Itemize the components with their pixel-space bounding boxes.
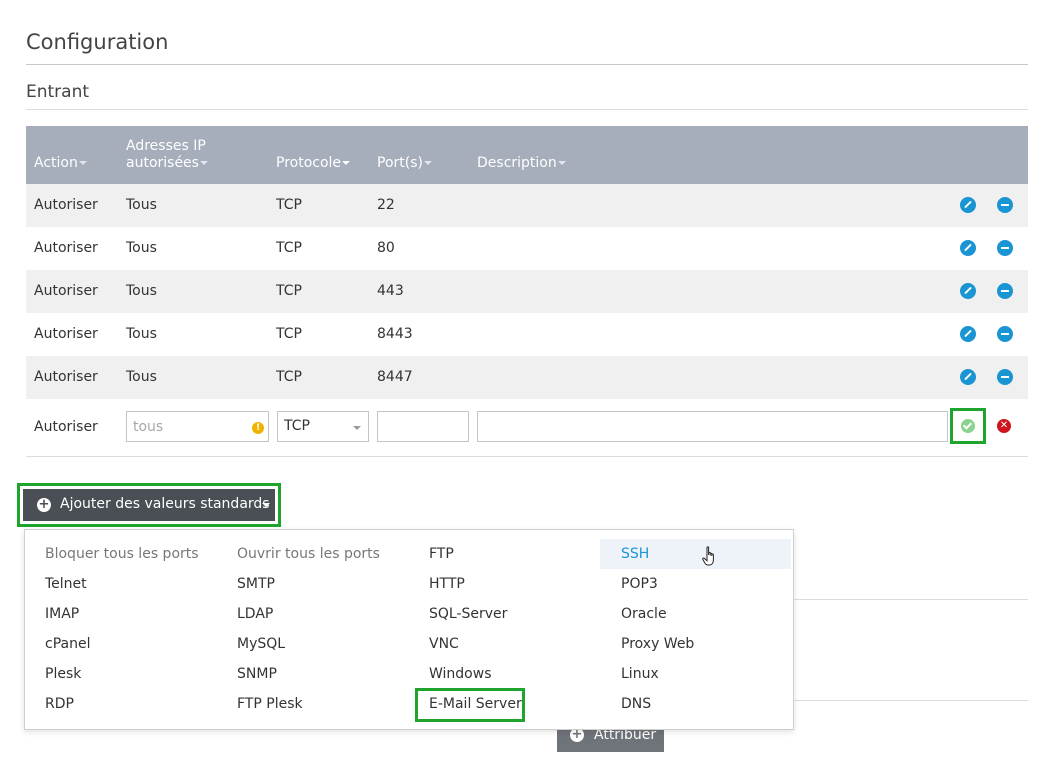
sort-caret-icon bbox=[342, 161, 351, 165]
header-ip[interactable]: Adresses IP autorisées bbox=[126, 138, 208, 172]
standard-values-menu: Bloquer tous les ports Ouvrir tous les p… bbox=[24, 529, 794, 730]
menu-item-vnc[interactable]: VNC bbox=[429, 636, 459, 652]
table-row: Autoriser Tous TCP 22 bbox=[26, 184, 1028, 227]
cell-ip: Tous bbox=[126, 369, 157, 385]
rules-table: Action Adresses IP autorisées Protocole P… bbox=[26, 126, 1028, 457]
edit-icon[interactable] bbox=[960, 197, 976, 213]
cell-protocol: TCP bbox=[276, 369, 302, 385]
cell-ip: Tous bbox=[126, 326, 157, 342]
table-row: Autoriser Tous TCP 8443 bbox=[26, 313, 1028, 356]
edit-icon[interactable] bbox=[960, 283, 976, 299]
cancel-icon[interactable]: ✕ bbox=[997, 419, 1011, 433]
cell-protocol: TCP bbox=[276, 197, 302, 213]
cell-ip: Tous bbox=[126, 283, 157, 299]
sort-caret-icon bbox=[199, 161, 208, 165]
check-icon bbox=[961, 419, 975, 433]
section-title: Entrant bbox=[26, 82, 90, 102]
hand-pointer-icon bbox=[702, 546, 714, 566]
header-action[interactable]: Action bbox=[34, 155, 87, 172]
cell-ip: Tous bbox=[126, 197, 157, 213]
menu-item-http[interactable]: HTTP bbox=[429, 576, 465, 592]
cell-action: Autoriser bbox=[34, 283, 98, 299]
remove-icon[interactable] bbox=[997, 283, 1013, 299]
background-divider bbox=[780, 599, 1028, 600]
menu-item-linux[interactable]: Linux bbox=[621, 666, 659, 682]
remove-icon[interactable] bbox=[997, 326, 1013, 342]
email-server-highlight bbox=[415, 688, 525, 722]
cell-port: 8443 bbox=[377, 326, 413, 342]
confirm-button[interactable] bbox=[950, 408, 986, 444]
remove-icon[interactable] bbox=[997, 369, 1013, 385]
menu-item-plesk[interactable]: Plesk bbox=[45, 666, 81, 682]
description-input[interactable] bbox=[477, 411, 948, 442]
cell-port: 80 bbox=[377, 240, 395, 256]
header-description[interactable]: Description bbox=[477, 155, 566, 172]
sort-caret-icon bbox=[423, 161, 432, 165]
new-rule-action: Autoriser bbox=[34, 419, 98, 435]
cell-action: Autoriser bbox=[34, 326, 98, 342]
remove-icon[interactable] bbox=[997, 240, 1013, 256]
menu-item-pop3[interactable]: POP3 bbox=[621, 576, 658, 592]
menu-item-block-all[interactable]: Bloquer tous les ports bbox=[45, 546, 199, 562]
ip-address-input[interactable] bbox=[126, 411, 269, 442]
menu-item-imap[interactable]: IMAP bbox=[45, 606, 79, 622]
menu-item-snmp[interactable]: SNMP bbox=[237, 666, 277, 682]
menu-item-telnet[interactable]: Telnet bbox=[45, 576, 87, 592]
menu-item-open-all[interactable]: Ouvrir tous les ports bbox=[237, 546, 380, 562]
table-header: Action Adresses IP autorisées Protocole P… bbox=[26, 126, 1028, 184]
menu-item-ftp-plesk[interactable]: FTP Plesk bbox=[237, 696, 303, 712]
cell-action: Autoriser bbox=[34, 240, 98, 256]
add-standard-values-label: Ajouter des valeurs standards bbox=[60, 496, 270, 512]
cell-port: 8447 bbox=[377, 369, 413, 385]
sort-caret-icon bbox=[557, 161, 566, 165]
section-divider bbox=[26, 109, 1028, 110]
cell-action: Autoriser bbox=[34, 369, 98, 385]
cell-port: 443 bbox=[377, 283, 404, 299]
menu-item-proxy-web[interactable]: Proxy Web bbox=[621, 636, 694, 652]
table-row: Autoriser Tous TCP 8447 bbox=[26, 356, 1028, 399]
caret-down-icon bbox=[262, 503, 270, 507]
cell-action: Autoriser bbox=[34, 197, 98, 213]
menu-item-cpanel[interactable]: cPanel bbox=[45, 636, 90, 652]
cell-protocol: TCP bbox=[276, 283, 302, 299]
menu-item-smtp[interactable]: SMTP bbox=[237, 576, 275, 592]
add-standard-values-button[interactable]: + Ajouter des valeurs standards bbox=[23, 489, 275, 521]
background-divider bbox=[780, 700, 1028, 701]
plus-circle-icon: + bbox=[570, 727, 584, 742]
menu-item-sql-server[interactable]: SQL-Server bbox=[429, 606, 507, 622]
menu-item-dns[interactable]: DNS bbox=[621, 696, 651, 712]
menu-item-rdp[interactable]: RDP bbox=[45, 696, 74, 712]
menu-item-windows[interactable]: Windows bbox=[429, 666, 492, 682]
new-rule-row: Autoriser ! TCP ✕ bbox=[26, 399, 1028, 457]
cell-protocol: TCP bbox=[276, 240, 302, 256]
chevron-down-icon bbox=[353, 426, 361, 430]
header-ports[interactable]: Port(s) bbox=[377, 155, 432, 172]
menu-item-ftp[interactable]: FTP bbox=[429, 546, 454, 562]
header-protocol[interactable]: Protocole bbox=[276, 155, 351, 172]
sort-caret-icon bbox=[78, 161, 87, 165]
menu-item-mysql[interactable]: MySQL bbox=[237, 636, 285, 652]
page-title: Configuration bbox=[26, 30, 169, 54]
standards-button-highlight: + Ajouter des valeurs standards bbox=[17, 483, 281, 527]
menu-item-oracle[interactable]: Oracle bbox=[621, 606, 667, 622]
warning-icon: ! bbox=[252, 422, 264, 434]
title-divider bbox=[26, 64, 1028, 65]
plus-circle-icon: + bbox=[37, 497, 51, 512]
attribuer-button[interactable]: + Attribuer bbox=[557, 727, 664, 752]
cell-protocol: TCP bbox=[276, 326, 302, 342]
edit-icon[interactable] bbox=[960, 326, 976, 342]
cell-port: 22 bbox=[377, 197, 395, 213]
cell-ip: Tous bbox=[126, 240, 157, 256]
port-input[interactable] bbox=[377, 411, 469, 442]
edit-icon[interactable] bbox=[960, 240, 976, 256]
remove-icon[interactable] bbox=[997, 197, 1013, 213]
table-row: Autoriser Tous TCP 80 bbox=[26, 227, 1028, 270]
menu-item-ssh[interactable]: SSH bbox=[621, 546, 649, 562]
edit-icon[interactable] bbox=[960, 369, 976, 385]
menu-item-ldap[interactable]: LDAP bbox=[237, 606, 273, 622]
table-row: Autoriser Tous TCP 443 bbox=[26, 270, 1028, 313]
